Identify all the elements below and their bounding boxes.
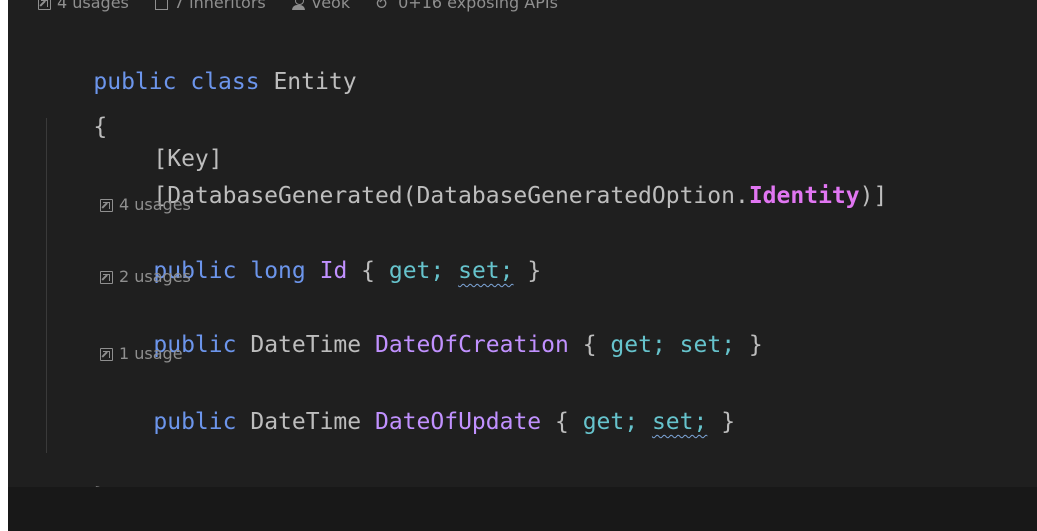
code-editor[interactable]: 4 usages 7 inheritors veok 0+16 exposing… [8, 0, 1037, 531]
class-code-vision-hints: 4 usages 7 inheritors veok 0+16 exposing… [38, 0, 558, 15]
update-usages-hint[interactable]: 1 usage [119, 343, 183, 365]
dbgenerated-attribute-suffix: )] [859, 183, 888, 209]
update-usages-hint-row: 1 usage [100, 343, 183, 365]
dbgenerated-attribute-prefix: [DatabaseGenerated(DatabaseGeneratedOpti… [153, 183, 749, 209]
usages-icon [100, 347, 113, 361]
class-usages-hint[interactable]: 4 usages [57, 0, 129, 14]
date-of-creation-property-name[interactable]: DateOfCreation [375, 332, 569, 358]
id-usages-hint-row: 4 usages [100, 194, 191, 216]
author-icon [291, 0, 306, 10]
keyword-class: class [190, 69, 260, 95]
setter-keyword: set; [679, 332, 736, 358]
empty-editor-line-area[interactable] [8, 487, 1037, 531]
date-of-update-property-name[interactable]: DateOfUpdate [375, 409, 541, 435]
usages-icon [100, 198, 113, 212]
class-author-hint[interactable]: veok [312, 0, 350, 14]
inheritors-icon [154, 0, 168, 10]
keyword-public: public [153, 409, 237, 435]
setter-keyword: set; [458, 258, 514, 284]
exposing-apis-icon [376, 0, 392, 15]
usages-icon [100, 270, 113, 284]
usages-icon [38, 0, 51, 10]
class-apis-hint[interactable]: 0+16 exposing APIs [398, 0, 558, 14]
creation-usages-hint-row: 2 usages [100, 266, 191, 288]
id-usages-hint[interactable]: 4 usages [119, 194, 191, 216]
setter-keyword: set; [651, 409, 708, 435]
accessor-brace-open: { [347, 258, 389, 284]
id-property-name[interactable]: Id [320, 258, 348, 284]
datetime-type: DateTime [250, 409, 362, 435]
class-name[interactable]: Entity [273, 69, 356, 95]
keyword-long: long [250, 258, 306, 284]
getter-keyword: get; [610, 332, 666, 358]
date-of-update-property-line[interactable]: public DateTime DateOfUpdate { get; set;… [98, 377, 735, 467]
creation-usages-hint[interactable]: 2 usages [119, 266, 191, 288]
accessor-brace-close: } [513, 258, 542, 284]
identity-enum-value: Identity [748, 183, 860, 209]
getter-keyword: get; [582, 409, 639, 435]
getter-keyword: get; [388, 258, 445, 284]
class-inheritors-hint[interactable]: 7 inheritors [174, 0, 266, 14]
open-brace-line[interactable]: { [38, 82, 107, 172]
datetime-type: DateTime [250, 332, 362, 358]
